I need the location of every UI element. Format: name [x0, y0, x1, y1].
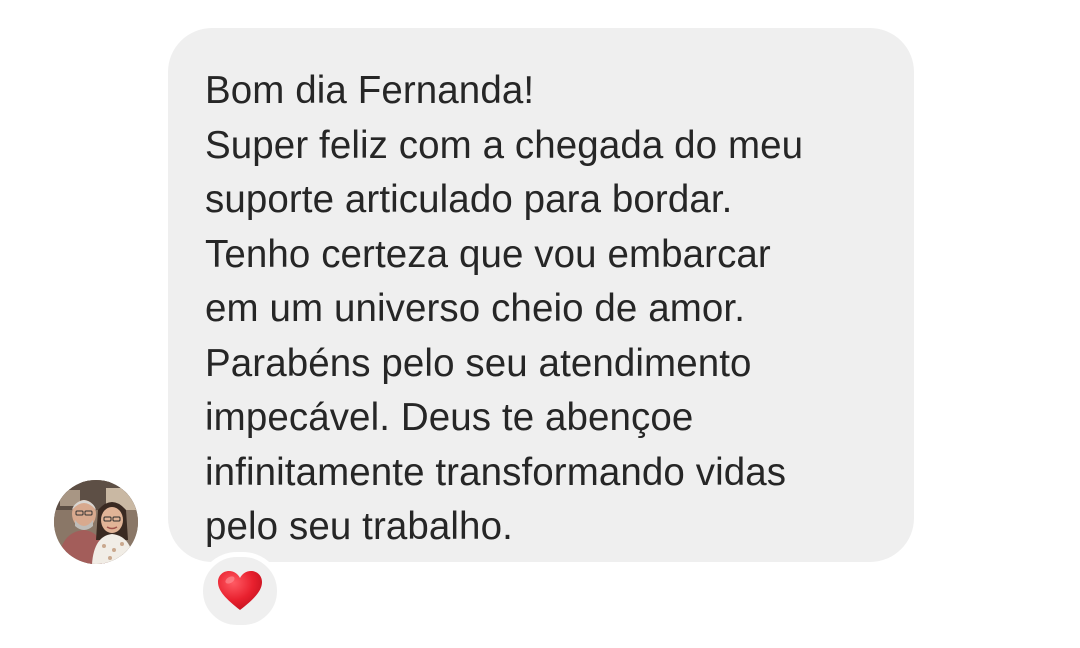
reaction-pill[interactable]: [198, 552, 282, 630]
sender-avatar[interactable]: [54, 480, 138, 564]
message-line: pelo seu trabalho.: [205, 505, 513, 548]
chat-screen: Bom dia Fernanda! Super feliz com a cheg…: [0, 0, 1080, 648]
message-text: Bom dia Fernanda! Super feliz com a cheg…: [205, 64, 884, 555]
message-line: Tenho certeza que vou embarcar: [205, 232, 771, 276]
message-line: Parabéns pelo seu atendimento: [205, 341, 752, 385]
message-bubble[interactable]: Bom dia Fernanda! Super feliz com a cheg…: [168, 28, 914, 562]
avatar-photo: [54, 480, 138, 564]
message-line: impecável. Deus te abençoe: [205, 396, 694, 439]
message-line: Super feliz com a chegada do meu: [205, 123, 804, 167]
incoming-message-row: Bom dia Fernanda! Super feliz com a cheg…: [0, 0, 1080, 648]
message-line: infinitamente transformando vidas: [205, 450, 787, 494]
message-line: Bom dia Fernanda!: [205, 69, 535, 112]
message-line: em um universo cheio de amor.: [205, 287, 746, 330]
red-heart-icon: [218, 571, 262, 610]
message-line: suporte articulado para bordar.: [205, 178, 733, 221]
